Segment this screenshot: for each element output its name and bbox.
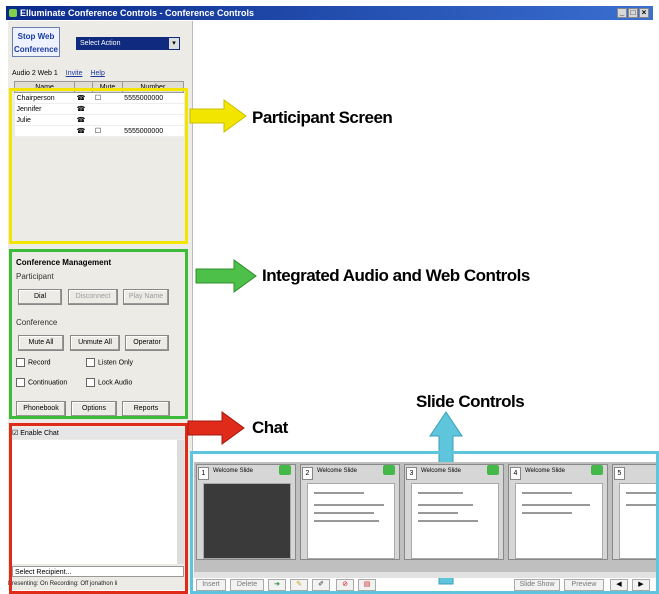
close-button[interactable]: × (639, 8, 649, 18)
select-action-dropdown[interactable]: Select Action ▾ (76, 37, 180, 50)
chevron-down-icon[interactable]: ▾ (169, 38, 179, 49)
window-title-bar: Elluminate Conference Controls - Confere… (6, 6, 653, 20)
chat-label: Chat (252, 418, 288, 437)
slide-controls-label: Slide Controls (416, 392, 525, 411)
app-icon (9, 9, 17, 17)
participant-counts: Audio 2 Web 1 (12, 70, 58, 77)
slide-controls-highlight (190, 451, 659, 594)
audio-web-label: Integrated Audio and Web Controls (262, 266, 530, 285)
chat-highlight (9, 423, 188, 594)
maximize-button[interactable]: □ (628, 8, 638, 18)
window-buttons: _ □ × (617, 8, 649, 18)
participant-screen-label: Participant Screen (252, 108, 393, 127)
yellow-arrow-icon (189, 99, 247, 133)
audio-web-controls-highlight (9, 249, 188, 419)
minimize-button[interactable]: _ (617, 8, 627, 18)
select-action-label: Select Action (80, 40, 121, 47)
invite-link[interactable]: Invite (66, 70, 83, 77)
participant-toolbar: Audio 2 Web 1 Invite Help (12, 68, 188, 80)
window-title: Elluminate Conference Controls - Confere… (20, 8, 255, 18)
stop-web-conference-button[interactable]: Stop Web Conference (12, 27, 60, 57)
green-arrow-icon (195, 259, 257, 293)
red-arrow-icon (187, 411, 245, 445)
help-link[interactable]: Help (90, 70, 104, 77)
participant-screen-highlight (9, 88, 188, 244)
